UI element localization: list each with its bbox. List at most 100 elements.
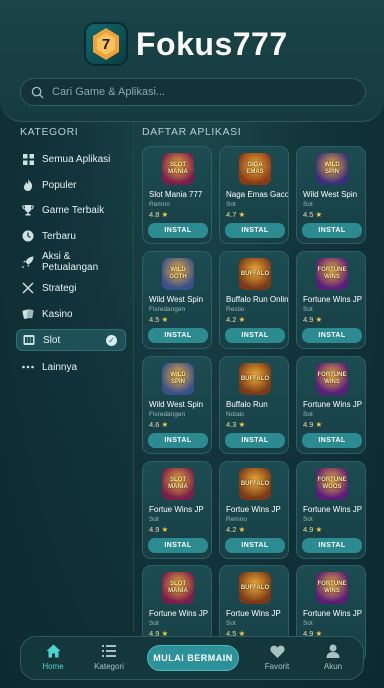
app-name: Buffalo Run Online	[226, 295, 288, 304]
sidebar-item-terbaru[interactable]: Terbaru	[16, 225, 126, 247]
category-sidebar: KATEGORI Semua Aplikasi Populer Game Ter…	[0, 122, 134, 632]
rating-value: 4.9	[303, 525, 314, 534]
nav-akun[interactable]: Akun	[307, 643, 359, 677]
sidebar-item-label: Semua Aplikasi	[42, 153, 111, 165]
star-icon: ★	[238, 315, 246, 324]
app-name: Fortune Wins JP	[149, 609, 209, 618]
app-card[interactable]: GIGA EMAS Naga Emas Gacor Sot 4.7 ★ INSTAL	[219, 146, 289, 244]
sidebar-item-label: Terbaru	[42, 230, 76, 242]
install-button[interactable]: INSTAL	[302, 538, 362, 553]
app-publisher: Sot	[149, 516, 159, 523]
sidebar-item-slot[interactable]: Slot ✓	[16, 329, 126, 351]
star-icon: ★	[238, 525, 246, 534]
sidebar-item-label: Slot	[43, 334, 61, 346]
thumb-text: FORTUNE WOOS	[317, 477, 347, 490]
start-playing-button[interactable]: MULAI BERMAIN	[147, 645, 239, 671]
app-publisher: Remno	[226, 516, 247, 523]
install-button[interactable]: INSTAL	[225, 433, 285, 448]
thumb-text: GIGA EMAS	[246, 162, 264, 175]
app-thumbnail: FORTUNE WINS	[316, 572, 348, 604]
star-icon: ★	[315, 420, 323, 429]
app-name: Buffalo Run	[226, 400, 268, 409]
install-button[interactable]: INSTAL	[302, 223, 362, 238]
install-button[interactable]: INSTAL	[148, 433, 208, 448]
nav-kategori[interactable]: Kategori	[83, 643, 135, 677]
install-button[interactable]: INSTAL	[148, 223, 208, 238]
app-rating: 4.7 ★	[226, 210, 245, 219]
thumb-text: SLOT MANIA	[168, 162, 188, 175]
nav-favorit[interactable]: Favorit	[251, 643, 303, 677]
nav-label: Home	[42, 662, 64, 671]
rating-value: 4.2	[226, 315, 237, 324]
install-button[interactable]: INSTAL	[225, 223, 285, 238]
rating-value: 4.6	[149, 420, 160, 429]
app-rating: 4.5 ★	[303, 210, 322, 219]
app-rating: 4.9 ★	[303, 315, 322, 324]
search-input[interactable]	[52, 86, 342, 98]
logo-icon: 7	[86, 24, 126, 64]
brand-name: Fokus777	[136, 25, 288, 62]
search-icon	[31, 86, 44, 99]
app-publisher: Sot	[226, 620, 236, 627]
sidebar-item-aksi-petualangan[interactable]: Aksi & Petualangan	[16, 251, 126, 273]
app-thumbnail: WILD GOTH	[162, 258, 194, 290]
app-publisher: Sot	[303, 411, 313, 418]
app-card[interactable]: BUFFALO Buffalo Run Online Restio 4.2 ★ INST…	[219, 251, 289, 349]
install-button[interactable]: INSTAL	[302, 328, 362, 343]
app-thumbnail: BUFFALO	[239, 572, 271, 604]
rating-value: 4.7	[226, 210, 237, 219]
app-rating: 4.3 ★	[226, 420, 245, 429]
thumb-text: BUFFALO	[240, 270, 270, 277]
app-name: Fortune Wins JP	[303, 400, 363, 409]
thumb-text: BUFFALO	[240, 375, 270, 382]
install-button[interactable]: INSTAL	[225, 328, 285, 343]
app-rating: 4.2 ★	[226, 315, 245, 324]
star-icon: ★	[161, 420, 169, 429]
app-card[interactable]: SLOT MANIA Fortue Wins JP Sot 4.9 ★ INSTAL	[142, 461, 212, 559]
app-thumbnail: SLOT MANIA	[162, 572, 194, 604]
thumb-text: WILD SPIN	[170, 372, 186, 385]
app-card[interactable]: FORTUNE WINS Fortune Wins JP Sot 4.9 ★ INSTA…	[296, 251, 366, 349]
app-card[interactable]: FORTUNE WINS Fortune Wins JP Sot 4.9 ★ INSTA…	[296, 356, 366, 454]
app-thumbnail: GIGA EMAS	[239, 153, 271, 185]
sidebar-item-populer[interactable]: Populer	[16, 174, 126, 196]
thumb-text: FORTUNE WINS	[317, 267, 347, 280]
app-card[interactable]: WILD SPIN Wild West Spin Sot 4.5 ★ INSTAL	[296, 146, 366, 244]
app-card[interactable]: WILD SPIN Wild West Spin Fisredangen 4.6 ★ I…	[142, 356, 212, 454]
app-rating: 4.5 ★	[149, 315, 168, 324]
search-bar[interactable]	[20, 78, 366, 106]
thumb-text: SLOT MANIA	[168, 477, 188, 490]
app-thumbnail: BUFFALO	[239, 468, 271, 500]
sidebar-item-game-terbaik[interactable]: Game Terbaik	[16, 199, 126, 221]
app-card[interactable]: FORTUNE WOOS Fortune Wins JP Sot 4.9 ★ INSTA…	[296, 461, 366, 559]
sidebar-item-kasino[interactable]: Kasino	[16, 303, 126, 325]
sidebar-item-semua-aplikasi[interactable]: Semua Aplikasi	[16, 148, 126, 170]
sidebar-item-label: Strategi	[42, 282, 77, 294]
grid-icon	[22, 153, 34, 165]
install-button[interactable]: INSTAL	[148, 328, 208, 343]
thumb-text: FORTUNE WINS	[317, 372, 347, 385]
nav-label: Favorit	[264, 662, 290, 671]
app-card[interactable]: WILD GOTH Wild West Spin Fisredangen 4.5 ★ I…	[142, 251, 212, 349]
rating-value: 4.9	[303, 420, 314, 429]
clock-icon	[22, 230, 34, 242]
dots-icon	[22, 361, 34, 373]
star-icon: ★	[161, 315, 169, 324]
app-card[interactable]: BUFFALO Buffalo Run Notaic 4.3 ★ INSTAL	[219, 356, 289, 454]
install-button[interactable]: INSTAL	[302, 433, 362, 448]
install-button[interactable]: INSTAL	[148, 538, 208, 553]
app-card[interactable]: BUFFALO Fortue Wins JP Remno 4.2 ★ INSTAL	[219, 461, 289, 559]
app-card[interactable]: SLOT MANIA Slot Mania 777 Remno 4.8 ★ INSTAL	[142, 146, 212, 244]
app-name: Fortue Wins JP	[226, 505, 281, 514]
cards-icon	[22, 308, 34, 320]
app-name: Fortune Wins JP	[303, 505, 363, 514]
nav-home[interactable]: Home	[27, 643, 79, 677]
rocket-icon	[22, 256, 34, 268]
rating-value: 4.5	[303, 210, 314, 219]
app-name: Naga Emas Gacor	[226, 190, 288, 199]
app-publisher: Sot	[149, 620, 159, 627]
install-button[interactable]: INSTAL	[225, 538, 285, 553]
app-publisher: Sot	[226, 201, 236, 208]
sidebar-item-lainnya[interactable]: Lainnya	[16, 356, 126, 378]
sidebar-item-strategi[interactable]: Strategi	[16, 277, 126, 299]
